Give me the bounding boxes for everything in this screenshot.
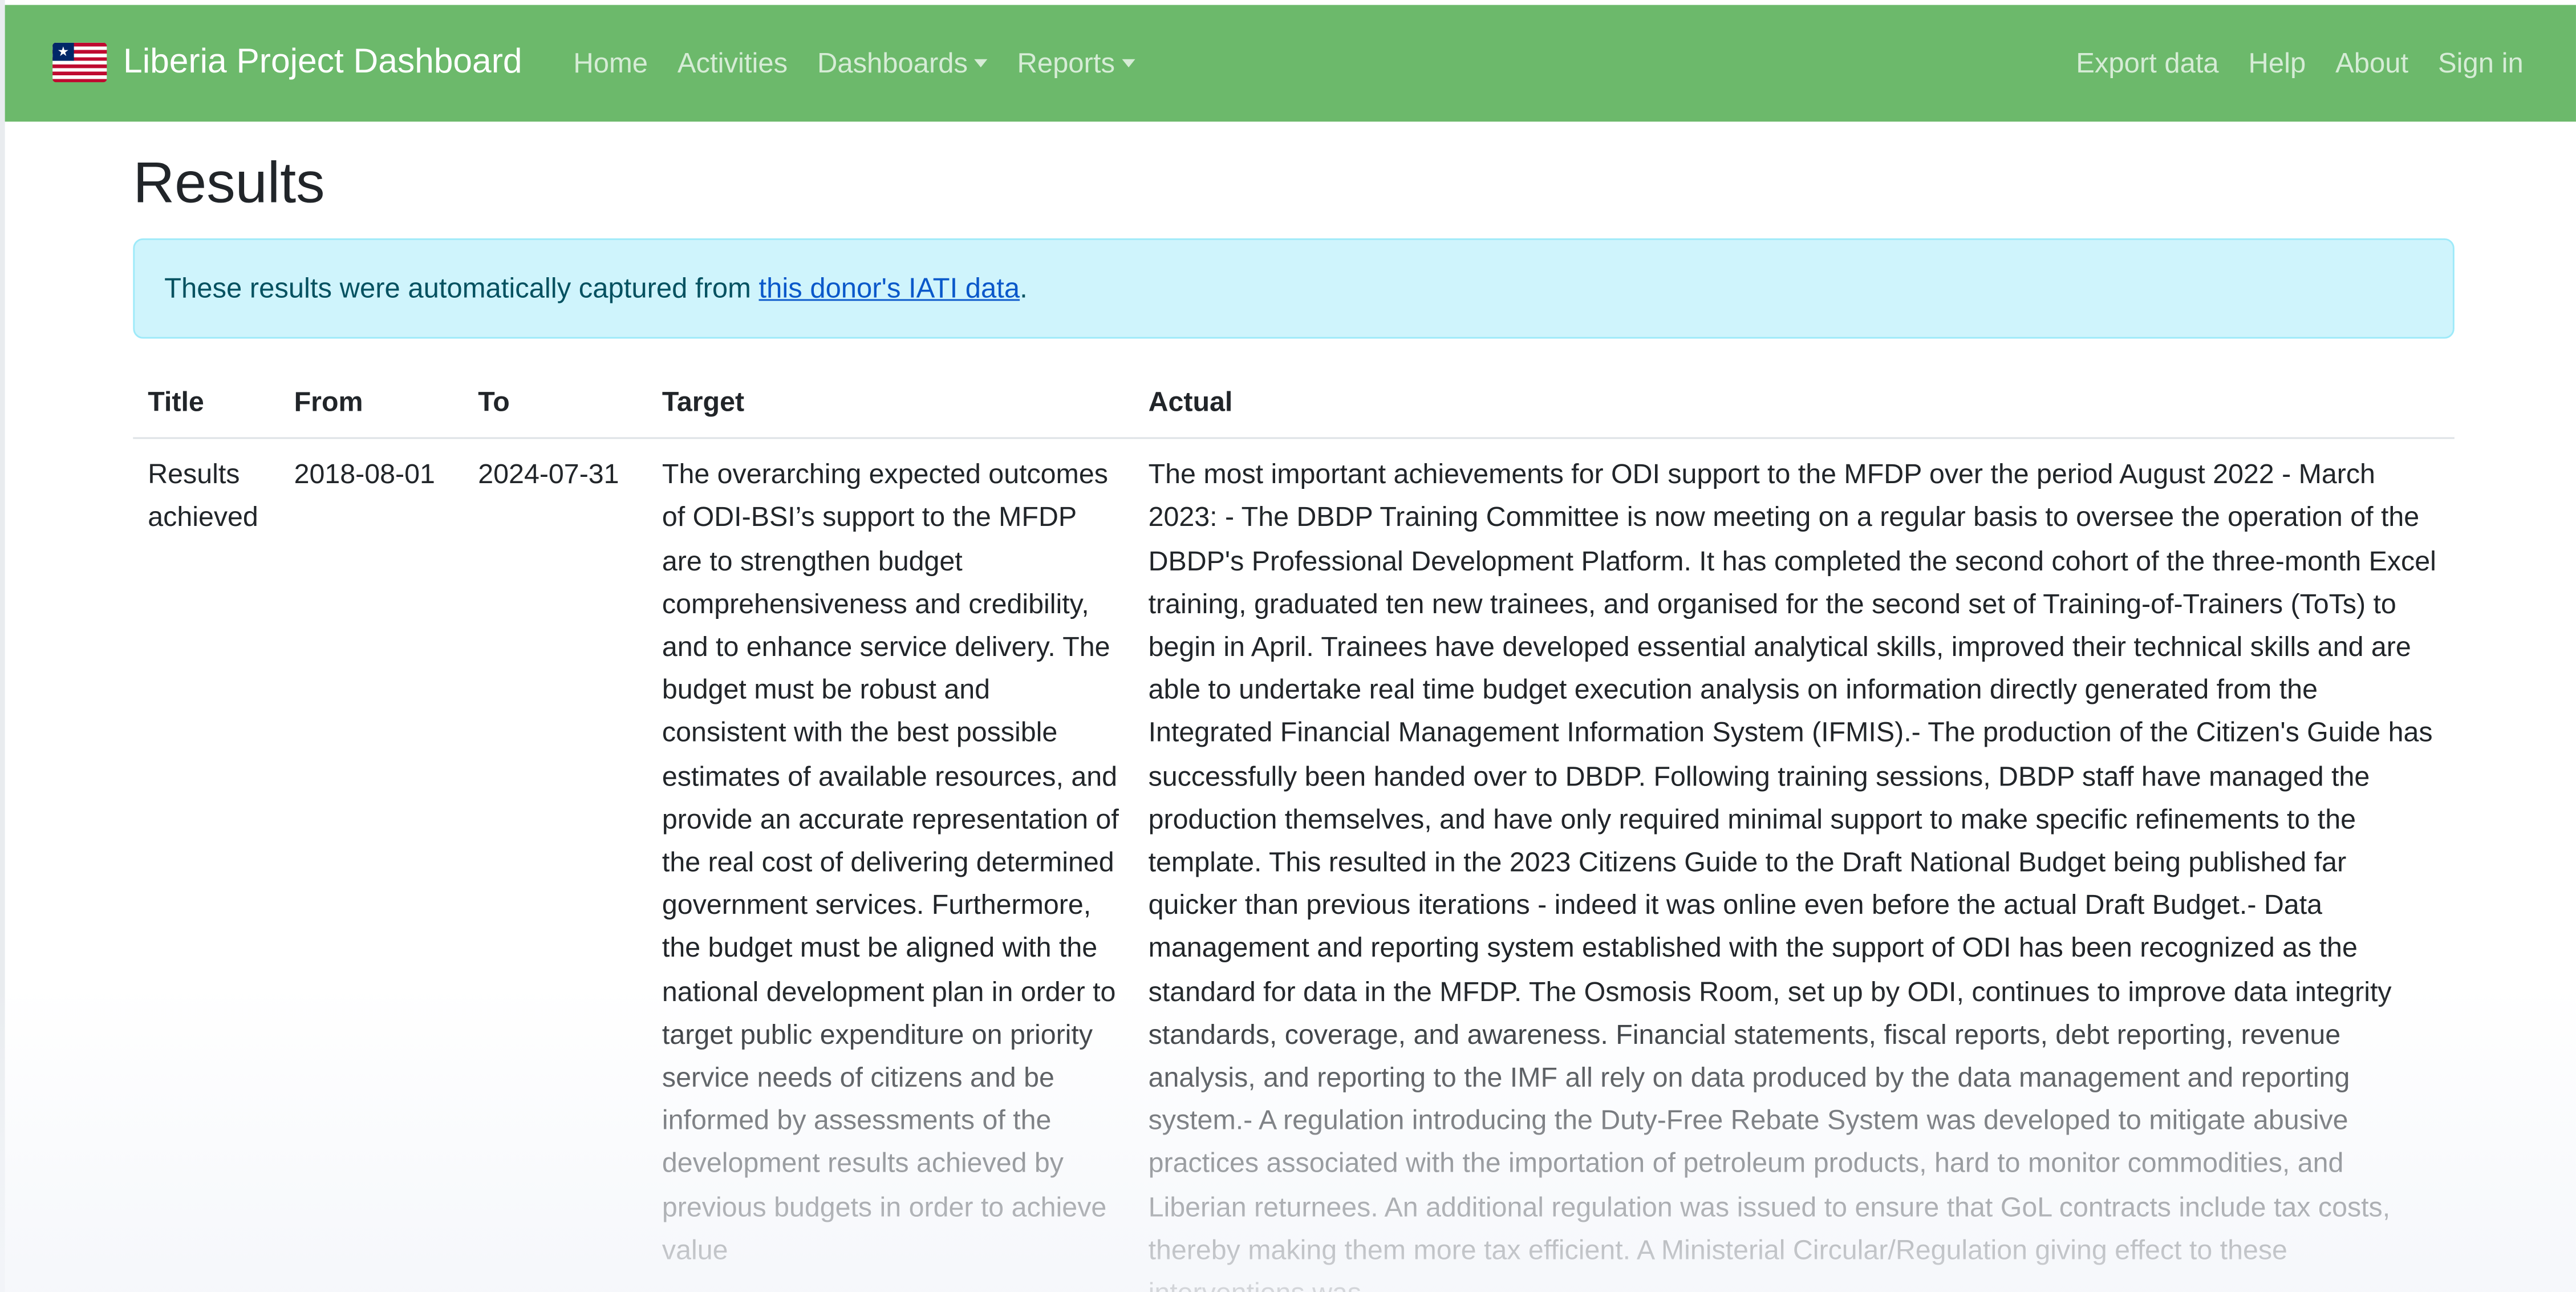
nav-main: Home Activities Dashboards Reports [573,47,1135,81]
column-header-title: Title [133,368,279,439]
column-header-to: To [463,368,647,439]
nav-sign-in[interactable]: Sign in [2438,48,2524,81]
nav-help[interactable]: Help [2249,48,2306,81]
cell-actual: The most important achievements for ODI … [1148,459,2436,1292]
table-row: Results achieved 2018-08-01 2024-07-31 T… [133,439,2454,1292]
nav-about[interactable]: About [2335,48,2408,81]
cell-target: The overarching expected outcomes of ODI… [662,459,1119,1266]
nav-dashboards-label: Dashboards [817,47,968,79]
nav-reports-label: Reports [1017,47,1115,79]
nav-dashboards-dropdown[interactable]: Dashboards [817,48,988,81]
main-content: Results These results were automatically… [133,121,2455,1292]
window-edge [0,0,5,1292]
results-table: Title From To Target Actual Results achi… [133,368,2455,1292]
caret-down-icon [974,59,988,68]
cell-title: Results achieved [148,459,258,533]
nav-export-data[interactable]: Export data [2076,48,2218,81]
nav-secondary: Export data Help About Sign in [2076,48,2524,81]
cell-from: 2018-08-01 [294,459,435,491]
nav-reports-dropdown[interactable]: Reports [1017,47,1135,81]
nav-activities[interactable]: Activities [678,48,788,81]
column-header-from: From [279,368,464,439]
brand-label: Liberia Project Dashboard [123,42,522,81]
caret-down-icon [1121,59,1135,68]
liberia-flag-icon: ★ [52,42,107,83]
navbar: ★ Liberia Project Dashboard Home Activit… [5,5,2576,122]
column-header-actual: Actual [1133,368,2455,439]
page-title: Results [133,151,325,216]
nav-home[interactable]: Home [573,48,648,81]
table-header-row: Title From To Target Actual [133,368,2455,439]
alert-text: These results were automatically capture… [164,273,759,305]
page: ★ Liberia Project Dashboard Home Activit… [0,0,2576,1292]
info-alert: These results were automatically capture… [133,238,2455,339]
brand-link[interactable]: ★ Liberia Project Dashboard [52,42,522,83]
alert-suffix: . [1020,273,1028,305]
cell-to: 2024-07-31 [478,459,619,491]
iati-data-link[interactable]: this donor's IATI data [759,273,1020,304]
column-header-target: Target [647,368,1134,439]
